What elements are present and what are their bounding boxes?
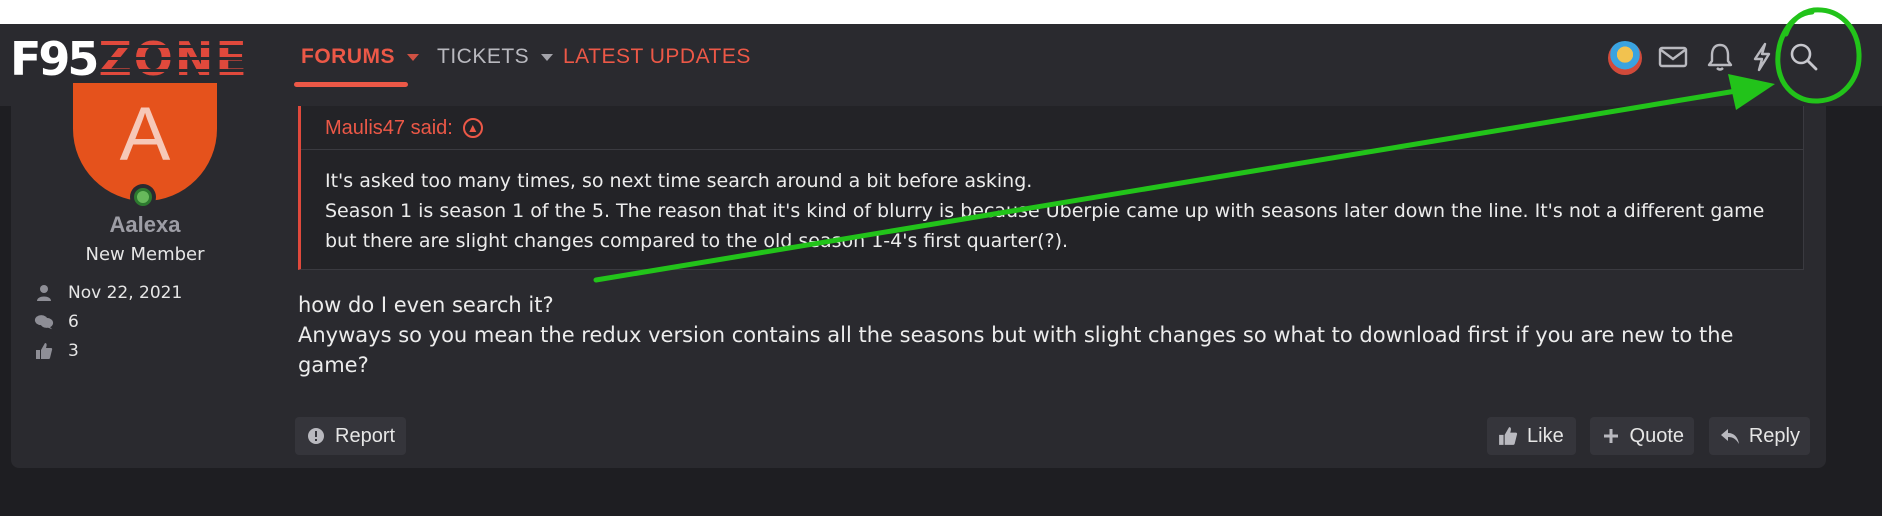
site-logo[interactable]: F95 ZONE	[10, 36, 249, 82]
user-joined: Nov 22, 2021	[34, 281, 182, 305]
message-line: how do I even search it?	[298, 293, 554, 317]
top-navbar	[0, 24, 1882, 106]
account-avatar[interactable]	[1608, 41, 1642, 75]
quote-line: It's asked too many times, so next time …	[325, 170, 1033, 192]
chevron-down-icon	[541, 53, 554, 61]
reply-arrow-icon	[1719, 425, 1741, 447]
like-label: Like	[1527, 424, 1564, 447]
tab-tickets[interactable]: TICKETS	[437, 40, 554, 74]
like-button[interactable]: Like	[1487, 417, 1576, 455]
tab-tickets-label: TICKETS	[437, 45, 530, 68]
page-bottom	[0, 468, 1882, 516]
exclamation-circle-icon	[305, 425, 327, 447]
quote-author[interactable]: Maulis47 said:	[325, 117, 453, 140]
top-white-strip	[0, 0, 1882, 24]
post-message: how do I even search it? Anyways so you …	[298, 290, 1798, 380]
bolt-icon[interactable]	[1745, 40, 1779, 74]
envelope-icon[interactable]	[1656, 40, 1690, 74]
avatar-letter: A	[119, 92, 171, 177]
comments-icon	[34, 312, 54, 332]
quote-label: Quote	[1629, 424, 1684, 447]
joined-date: Nov 22, 2021	[68, 283, 183, 303]
reaction-count: 3	[68, 341, 79, 361]
reply-button[interactable]: Reply	[1709, 417, 1810, 455]
active-tab-indicator	[294, 82, 408, 87]
online-status-icon	[130, 184, 156, 210]
thumbs-up-icon	[34, 341, 54, 361]
logo-text-f95: F95	[10, 32, 99, 86]
search-icon[interactable]	[1787, 40, 1821, 74]
tab-forums-label: FORUMS	[301, 45, 395, 68]
message-line: Anyways so you mean the redux version co…	[298, 323, 1734, 377]
quote-divider	[301, 149, 1804, 150]
user-icon	[34, 283, 54, 303]
chevron-down-icon	[407, 53, 419, 61]
bell-icon[interactable]	[1703, 40, 1737, 74]
tab-forums[interactable]: FORUMS	[301, 40, 419, 74]
quote-body: It's asked too many times, so next time …	[325, 166, 1795, 256]
user-title: New Member	[85, 244, 205, 265]
arrow-up-circle-icon[interactable]: ▲	[462, 118, 483, 138]
user-messages: 6	[34, 310, 79, 334]
tab-latest-updates[interactable]: LATEST UPDATES	[563, 40, 751, 74]
quote-block: Maulis47 said: ▲ It's asked too many tim…	[298, 106, 1804, 270]
quote-button[interactable]: Quote	[1590, 417, 1694, 455]
thumbs-up-icon	[1497, 425, 1519, 447]
user-reactions: 3	[34, 339, 79, 363]
report-label: Report	[335, 424, 396, 447]
quote-line: Season 1 is season 1 of the 5. The reaso…	[325, 200, 1765, 252]
report-button[interactable]: Report	[295, 417, 406, 455]
username[interactable]: Aalexa	[60, 212, 230, 238]
tab-latest-updates-label: LATEST UPDATES	[563, 45, 751, 68]
plus-icon	[1600, 425, 1622, 447]
quote-header[interactable]: Maulis47 said: ▲	[325, 106, 483, 150]
message-count: 6	[68, 312, 79, 332]
logo-text-zone: ZONE	[98, 32, 249, 86]
reply-label: Reply	[1748, 424, 1800, 447]
